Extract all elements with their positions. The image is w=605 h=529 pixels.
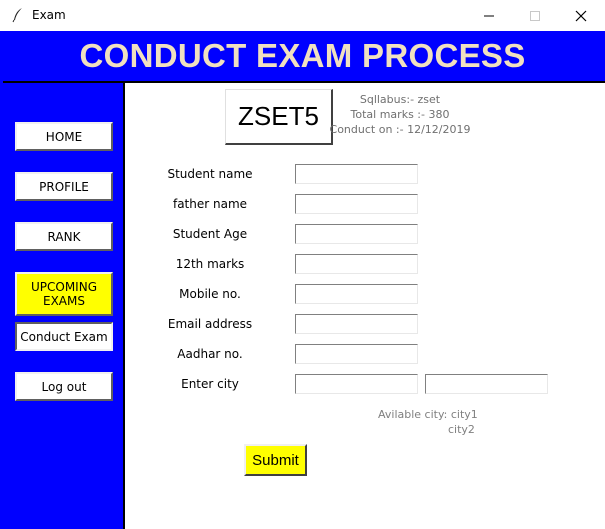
total-marks-text: Total marks :- 380 (350, 108, 450, 121)
exam-window: Exam CONDUCT EXAM PROCESS HOME PROFILE R… (0, 0, 605, 529)
father-name-label: father name (172, 197, 248, 211)
father-name-input[interactable] (295, 194, 418, 214)
minimize-icon (484, 15, 494, 16)
email-label: Email address (167, 317, 253, 331)
marks-12th-label: 12th marks (175, 257, 245, 271)
city-input-secondary[interactable] (425, 374, 548, 394)
syllabus-text: Sqllabus:- zset (359, 93, 441, 106)
exam-set-name: ZSET5 (225, 89, 333, 145)
student-name-label: Student name (167, 167, 253, 181)
marks-12th-input[interactable] (295, 254, 418, 274)
mobile-input[interactable] (295, 284, 418, 304)
student-age-input[interactable] (295, 224, 418, 244)
window-title: Exam (32, 8, 66, 22)
city-label: Enter city (181, 377, 239, 391)
main-panel (123, 81, 605, 529)
submit-button[interactable]: Submit (244, 444, 307, 476)
rank-button[interactable]: RANK (15, 222, 113, 251)
available-city-text: Avilable city: city1 (378, 408, 478, 421)
close-button[interactable] (558, 0, 604, 31)
profile-button[interactable]: PROFILE (15, 172, 113, 201)
header-banner: CONDUCT EXAM PROCESS (0, 31, 605, 81)
sidebar: HOME PROFILE RANK UPCOMING EXAMS Conduct… (3, 81, 123, 529)
title-bar[interactable]: Exam (0, 0, 605, 31)
available-city-2-text: city2 (448, 423, 475, 436)
feather-icon (12, 8, 22, 23)
upcoming-exams-button[interactable]: UPCOMING EXAMS (15, 272, 113, 316)
home-button[interactable]: HOME (15, 122, 113, 151)
conduct-date-text: Conduct on :- 12/12/2019 (329, 123, 471, 136)
email-input[interactable] (295, 314, 418, 334)
student-name-input[interactable] (295, 164, 418, 184)
logout-button[interactable]: Log out (15, 372, 113, 401)
upcoming-exams-line2: EXAMS (43, 294, 85, 308)
maximize-button[interactable] (512, 0, 558, 31)
conduct-exam-button[interactable]: Conduct Exam (15, 322, 113, 351)
minimize-button[interactable] (466, 0, 512, 31)
city-input[interactable] (295, 374, 418, 394)
upcoming-exams-line1: UPCOMING (30, 280, 97, 294)
close-icon (575, 10, 587, 21)
page-title: CONDUCT EXAM PROCESS (79, 37, 526, 74)
aadhar-input[interactable] (295, 344, 418, 364)
maximize-icon (530, 10, 540, 21)
mobile-label: Mobile no. (179, 287, 241, 301)
aadhar-label: Aadhar no. (177, 347, 243, 361)
student-age-label: Student Age (172, 227, 248, 241)
